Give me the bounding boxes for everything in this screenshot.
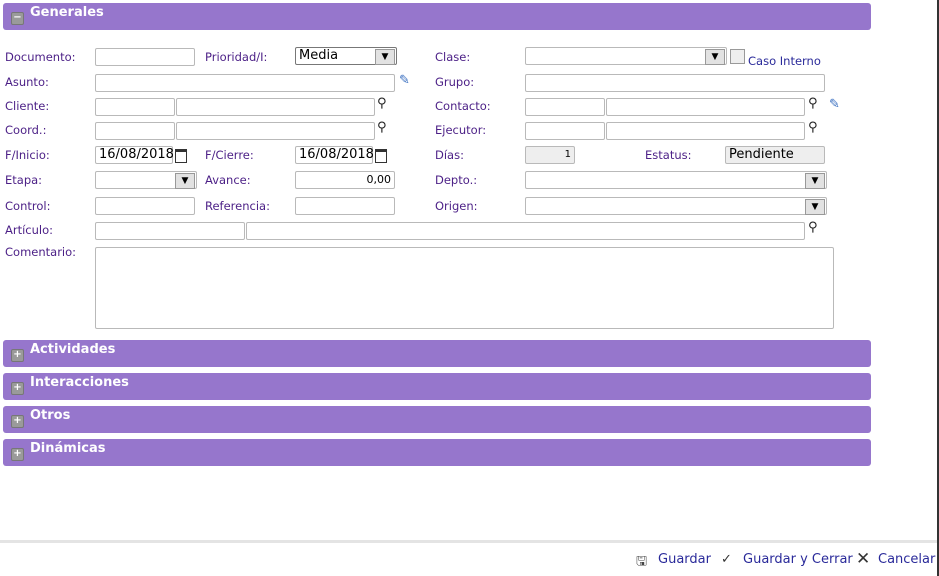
ejecutor-label: Ejecutor: [435,123,487,137]
cancelar-button[interactable]: Cancelar [878,552,935,567]
cliente-code-input[interactable] [95,98,175,116]
grupo-input[interactable] [525,74,825,92]
coord-label: Coord.: [5,123,47,137]
calendar-icon[interactable] [175,149,187,163]
comentario-textarea[interactable] [95,247,834,329]
close-icon: ✕ [856,549,871,569]
dias-input: 1 [525,146,575,164]
cliente-name-input[interactable] [176,98,375,116]
prioridad-label: Prioridad/I: [205,50,268,64]
finicio-input[interactable]: 16/08/2018 [95,146,174,164]
expand-icon: + [11,349,24,362]
search-icon[interactable]: ⚲ [377,96,387,111]
origen-select[interactable]: ▼ [525,197,827,215]
expand-icon: + [11,382,24,395]
contacto-name-input[interactable] [606,98,805,116]
depto-select[interactable]: ▼ [525,171,827,189]
section-title: Dinámicas [30,441,106,456]
clase-select[interactable]: ▼ [525,47,727,65]
search-icon[interactable]: ⚲ [377,120,387,135]
finicio-label: F/Inicio: [5,148,50,162]
documento-input[interactable] [95,48,195,66]
articulo-code-input[interactable] [95,222,245,240]
footer-divider [0,540,939,543]
comentario-label: Comentario: [5,245,77,259]
ejecutor-name-input[interactable] [606,122,805,140]
depto-label: Depto.: [435,173,478,187]
asunto-label: Asunto: [5,75,49,89]
asunto-input[interactable] [95,74,395,92]
section-title: Interacciones [30,375,129,390]
coord-code-input[interactable] [95,122,175,140]
contacto-label: Contacto: [435,99,491,113]
chevron-down-icon: ▼ [805,199,825,215]
estatus-label: Estatus: [645,148,692,162]
prioridad-value: Media [299,48,339,63]
etapa-label: Etapa: [5,173,43,187]
etapa-select[interactable]: ▼ [95,171,197,189]
estatus-input: Pendiente [725,146,825,164]
section-actividades[interactable]: + Actividades [3,340,871,367]
control-input[interactable] [95,197,195,215]
contacto-code-input[interactable] [525,98,605,116]
ejecutor-code-input[interactable] [525,122,605,140]
control-label: Control: [5,199,51,213]
expand-icon: + [11,415,24,428]
edit-note-icon[interactable]: ✎ [399,73,410,88]
section-dinamicas[interactable]: + Dinámicas [3,439,871,466]
clase-label: Clase: [435,50,471,64]
save-icon: 🖫 [636,554,648,569]
guardar-cerrar-button[interactable]: Guardar y Cerrar [743,552,853,567]
avance-label: Avance: [205,173,251,187]
guardar-button[interactable]: Guardar [658,552,711,567]
dias-label: Días: [435,148,464,162]
cliente-label: Cliente: [5,99,50,113]
fcierre-input[interactable]: 16/08/2018 [295,146,374,164]
chevron-down-icon: ▼ [805,173,825,189]
prioridad-select[interactable]: Media ▼ [295,47,397,65]
section-title: Otros [30,408,71,423]
coord-name-input[interactable] [176,122,375,140]
referencia-label: Referencia: [205,199,270,213]
search-icon[interactable]: ⚲ [808,220,818,235]
referencia-input[interactable] [295,197,395,215]
caso-interno-checkbox[interactable] [730,49,745,64]
edit-note-icon[interactable]: ✎ [829,97,840,112]
section-title: Actividades [30,342,116,357]
articulo-label: Artículo: [5,223,54,237]
chevron-down-icon: ▼ [175,173,195,189]
section-generales[interactable]: − Generales [3,3,871,30]
collapse-icon: − [11,12,24,25]
avance-input[interactable]: 0,00 [295,171,395,189]
search-icon[interactable]: ⚲ [808,120,818,135]
fcierre-label: F/Cierre: [205,148,254,162]
section-title: Generales [30,5,104,20]
expand-icon: + [11,448,24,461]
articulo-name-input[interactable] [246,222,805,240]
section-interacciones[interactable]: + Interacciones [3,373,871,400]
search-icon[interactable]: ⚲ [808,96,818,111]
origen-label: Origen: [435,199,478,213]
chevron-down-icon: ▼ [375,49,395,65]
section-otros[interactable]: + Otros [3,406,871,433]
check-icon: ✓ [721,552,732,567]
grupo-label: Grupo: [435,75,475,89]
caso-interno-label: Caso Interno [748,54,821,68]
calendar-icon[interactable] [375,149,387,163]
chevron-down-icon: ▼ [705,49,725,65]
documento-label: Documento: [5,50,76,64]
